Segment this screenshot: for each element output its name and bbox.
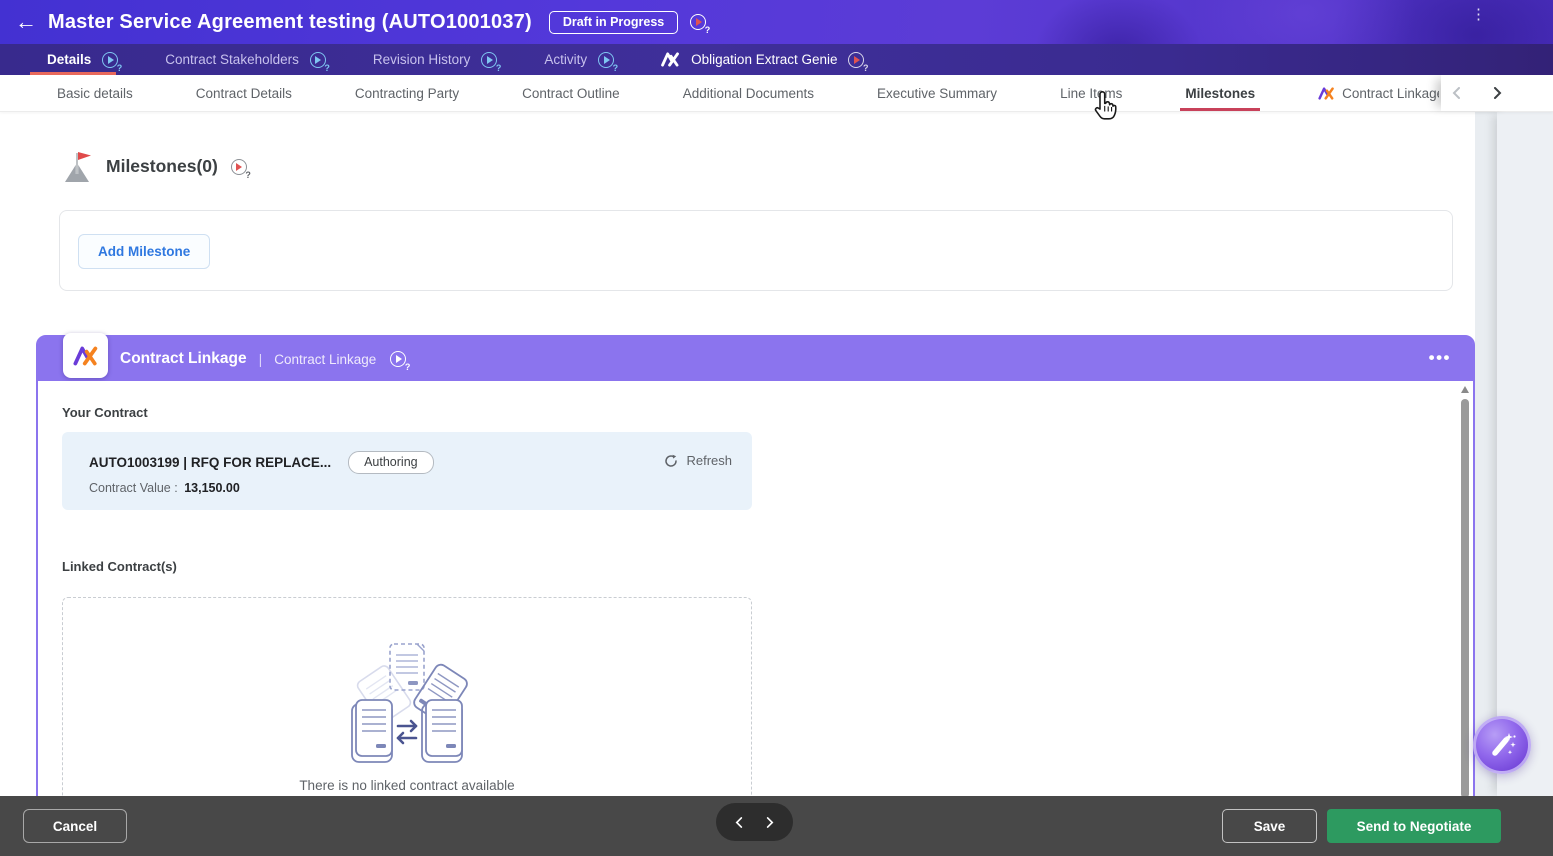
nav-tab-revision-history[interactable]: Revision History ?	[373, 44, 498, 75]
ax-logo-icon	[73, 346, 99, 366]
page-title: Master Service Agreement testing (AUTO10…	[48, 11, 532, 34]
guide-play-icon[interactable]: ?	[690, 14, 706, 30]
right-gutter	[1475, 112, 1497, 796]
ax-logo-tile	[63, 333, 108, 378]
contract-value-row: Contract Value : 13,150.00	[89, 481, 240, 495]
cancel-button[interactable]: Cancel	[23, 809, 127, 843]
contract-linkage-header: Contract Linkage | Contract Linkage ? ••…	[38, 337, 1473, 381]
guide-play-icon[interactable]: ?	[848, 52, 864, 68]
pager-chevron-right-icon[interactable]	[764, 817, 775, 828]
milestone-flag-icon	[63, 150, 93, 183]
kebab-menu-icon[interactable]: ⋮	[1471, 11, 1485, 19]
subtab-contract-linkage[interactable]: Contract Linkage	[1318, 86, 1439, 101]
subtab-strip: Basic details Contract Details Contracti…	[0, 75, 1441, 111]
scrollbar-thumb[interactable]	[1461, 399, 1469, 796]
contract-value: 13,150.00	[184, 481, 240, 495]
linkage-subtitle: Contract Linkage	[274, 352, 376, 367]
subtab-executive-summary[interactable]: Executive Summary	[877, 86, 997, 101]
linked-contracts-label: Linked Contract(s)	[62, 559, 177, 574]
section-pager	[716, 803, 793, 841]
guide-play-icon[interactable]: ?	[310, 52, 326, 68]
contract-title-row: AUTO1003199 | RFQ FOR REPLACE... Authori…	[89, 451, 434, 474]
contract-name: AUTO1003199 | RFQ FOR REPLACE...	[89, 455, 331, 470]
guide-play-icon[interactable]: ?	[231, 159, 247, 175]
contract-linkage-card: Contract Linkage | Contract Linkage ? ••…	[36, 335, 1475, 796]
nav-tab-obligation-extract-genie[interactable]: Obligation Extract Genie ?	[661, 44, 864, 75]
linkage-scrollbar	[1458, 383, 1472, 796]
milestones-title: Milestones(0)	[106, 156, 218, 177]
subtab-line-items[interactable]: Line Items	[1060, 86, 1122, 101]
contract-linkage-body: Your Contract AUTO1003199 | RFQ FOR REPL…	[38, 381, 1473, 796]
pager-chevron-left-icon[interactable]	[734, 817, 745, 828]
nav-tab-activity[interactable]: Activity ?	[544, 44, 614, 75]
guide-play-icon[interactable]: ?	[102, 52, 118, 68]
bottom-action-bar: Cancel Save Send to Negotiate	[0, 796, 1553, 856]
chevron-right-icon[interactable]	[1491, 87, 1503, 99]
refresh-label: Refresh	[686, 453, 732, 468]
right-side-panel	[1497, 112, 1553, 796]
subtab-basic-details[interactable]: Basic details	[57, 86, 133, 101]
magic-wand-icon	[1485, 728, 1519, 762]
subtab-additional-documents[interactable]: Additional Documents	[683, 86, 814, 101]
subtab-scroller	[1441, 75, 1513, 111]
chevron-left-icon[interactable]	[1451, 87, 1463, 99]
back-arrow-icon[interactable]: ←	[15, 11, 37, 33]
linked-contracts-empty-state: There is no linked contract available	[62, 597, 752, 796]
guide-play-icon[interactable]: ?	[481, 52, 497, 68]
milestones-card: Add Milestone	[59, 210, 1453, 291]
subtab-contracting-party[interactable]: Contracting Party	[355, 86, 459, 101]
status-badge: Draft in Progress	[549, 11, 678, 34]
ax-logo-icon	[1318, 87, 1335, 100]
authoring-status-badge: Authoring	[348, 451, 434, 474]
your-contract-label: Your Contract	[62, 405, 148, 420]
refresh-icon	[664, 454, 678, 468]
nav-tab-details[interactable]: Details ?	[47, 44, 118, 75]
contract-value-label: Contract Value :	[89, 481, 178, 495]
scroll-up-arrow-icon[interactable]	[1461, 386, 1469, 393]
empty-state-message: There is no linked contract available	[63, 778, 751, 793]
nav-tab-bar: Details ? Contract Stakeholders ? Revisi…	[0, 44, 1553, 75]
milestones-section-header: Milestones(0) ?	[63, 150, 247, 183]
send-to-negotiate-button[interactable]: Send to Negotiate	[1327, 809, 1501, 843]
subtab-bar: Basic details Contract Details Contracti…	[0, 75, 1553, 112]
guide-play-icon[interactable]: ?	[390, 351, 406, 367]
subtab-contract-details[interactable]: Contract Details	[196, 86, 292, 101]
main-content: Milestones(0) ? Add Milestone Contract L…	[0, 112, 1553, 796]
subtab-milestones[interactable]: Milestones	[1185, 86, 1255, 101]
save-button[interactable]: Save	[1222, 809, 1317, 843]
app-header: ← Master Service Agreement testing (AUTO…	[0, 0, 1553, 44]
separator: |	[259, 351, 263, 367]
nav-tab-contract-stakeholders[interactable]: Contract Stakeholders ?	[165, 44, 326, 75]
ax-logo-icon	[661, 52, 680, 67]
your-contract-card: AUTO1003199 | RFQ FOR REPLACE... Authori…	[62, 432, 752, 510]
subtab-contract-outline[interactable]: Contract Outline	[522, 86, 620, 101]
linkage-title: Contract Linkage	[120, 350, 247, 368]
genie-fab-button[interactable]	[1473, 716, 1531, 774]
guide-play-icon[interactable]: ?	[598, 52, 614, 68]
linkage-menu-icon[interactable]: •••	[1429, 349, 1451, 366]
add-milestone-button[interactable]: Add Milestone	[78, 234, 210, 269]
refresh-button[interactable]: Refresh	[664, 453, 732, 468]
documents-exchange-illustration	[322, 642, 492, 792]
